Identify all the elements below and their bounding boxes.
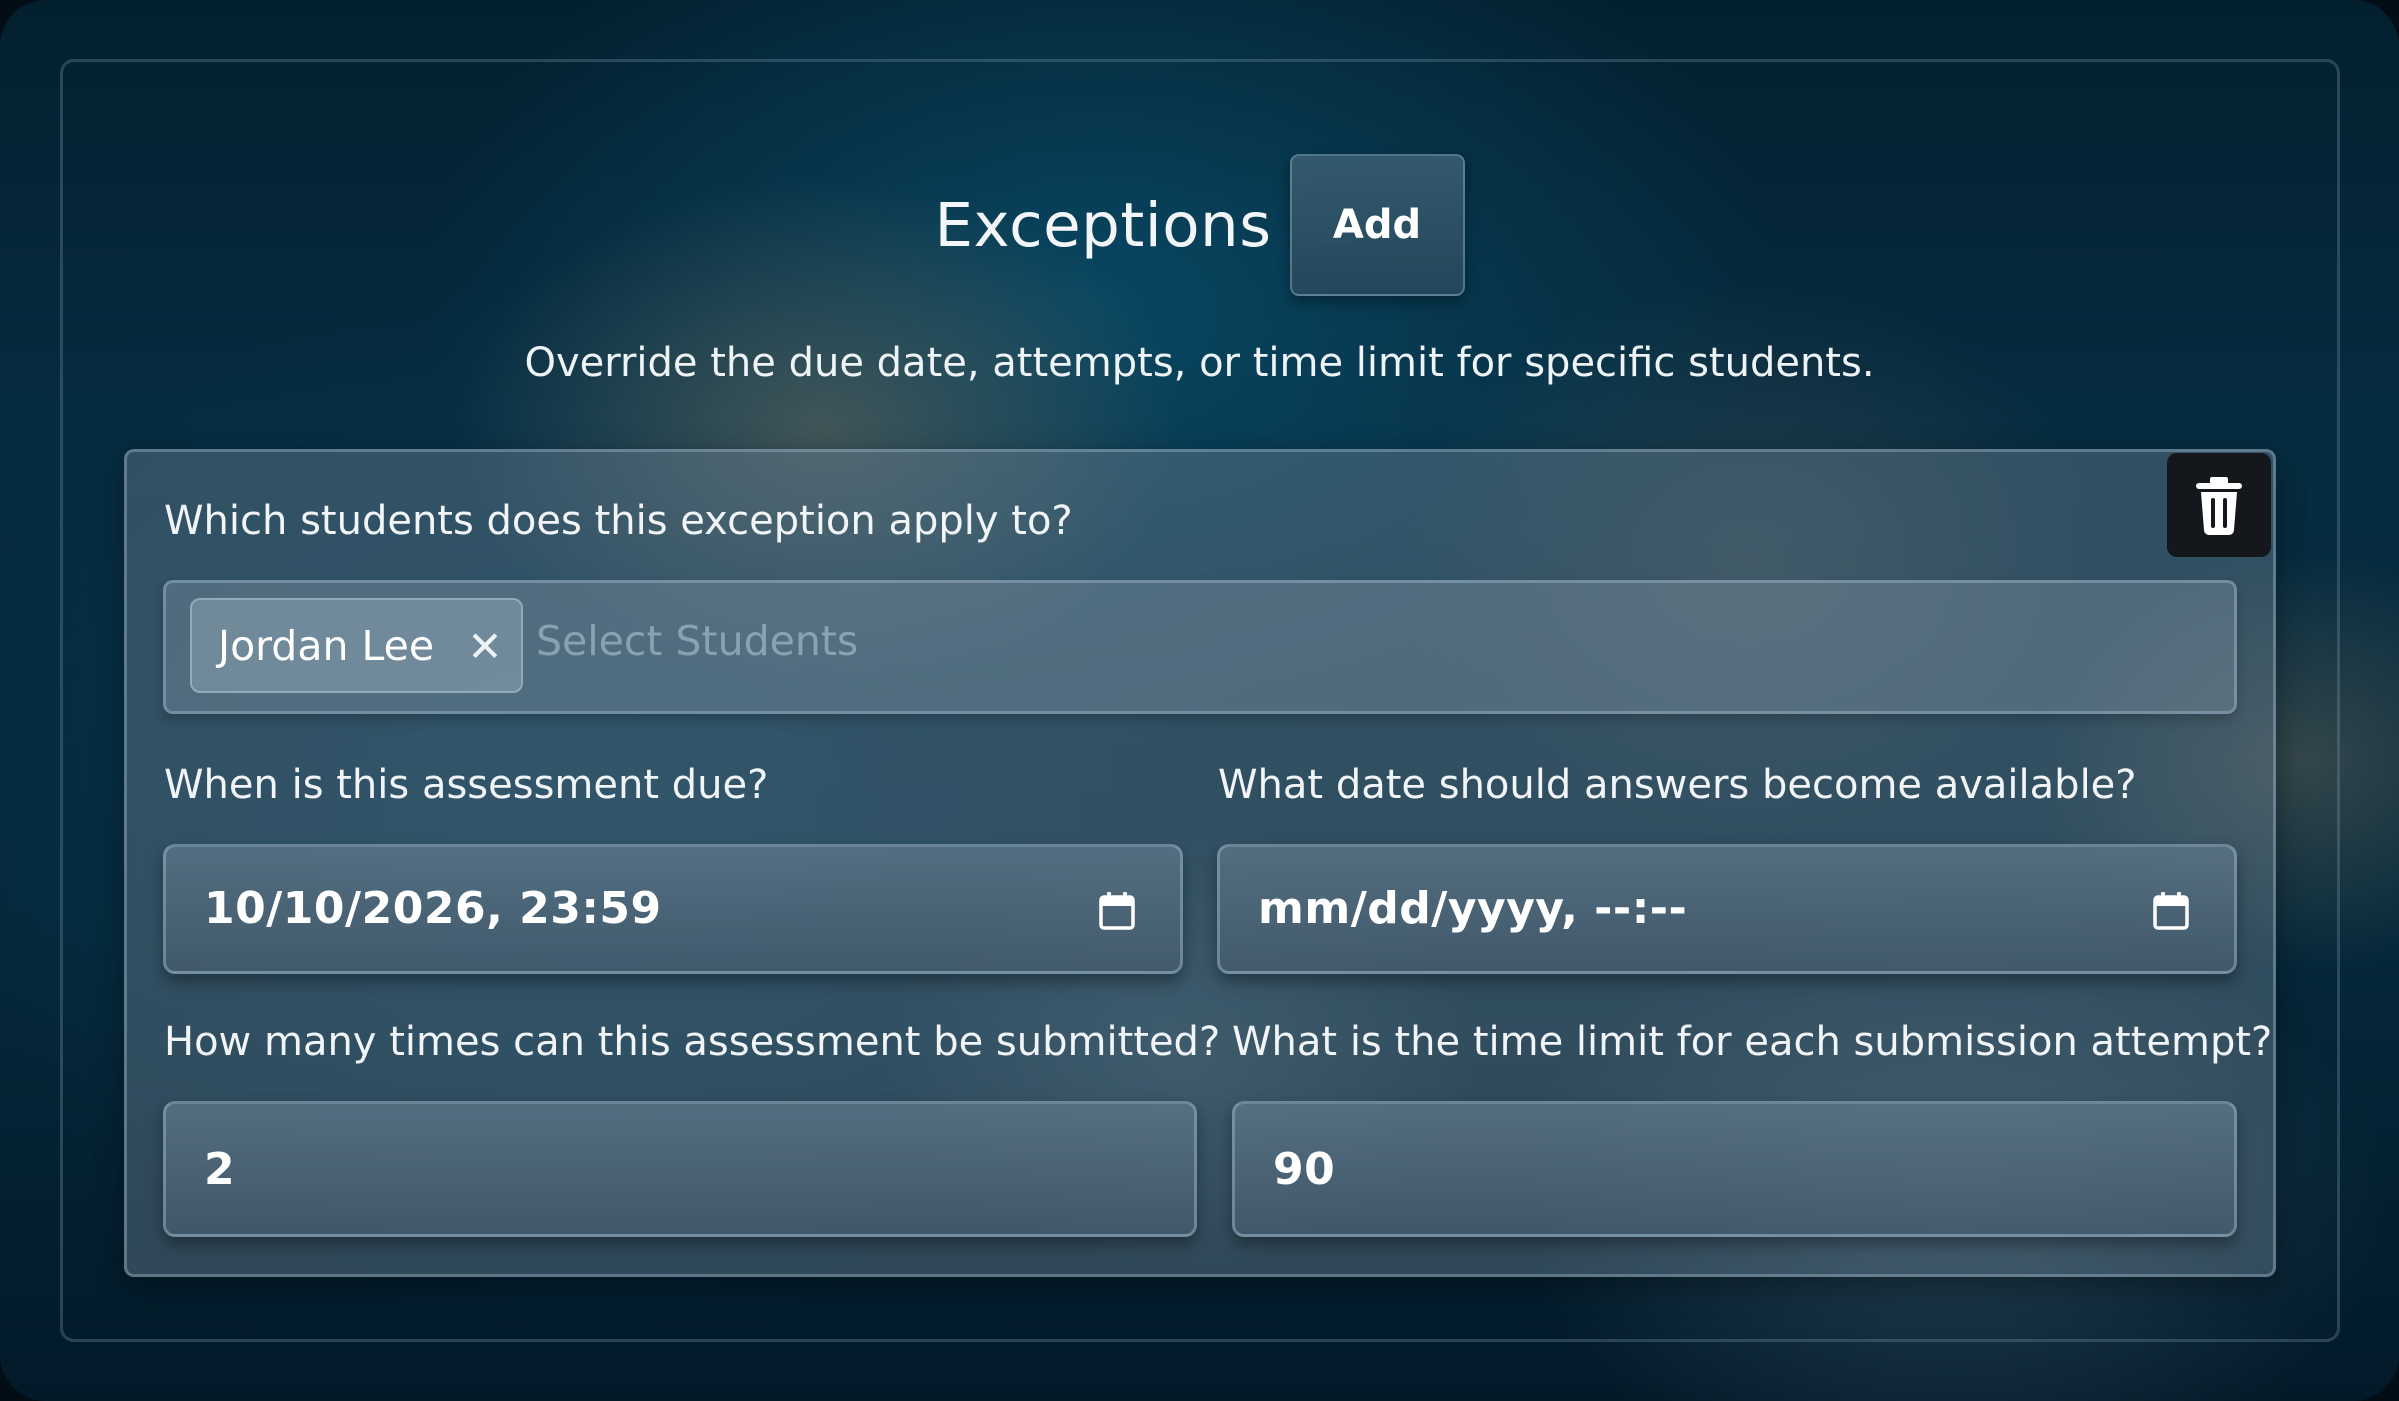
students-label: Which students does this exception apply… bbox=[164, 498, 1073, 544]
trash-icon bbox=[2196, 477, 2242, 535]
time-limit-label: What is the time limit for each submissi… bbox=[1232, 1019, 2273, 1065]
time-limit-input[interactable]: 90 bbox=[1232, 1101, 2237, 1237]
exceptions-header: Exceptions Add bbox=[0, 154, 2399, 296]
answers-date-label: What date should answers become availabl… bbox=[1218, 762, 2137, 808]
calendar-icon[interactable] bbox=[2152, 891, 2190, 931]
student-chip-label: Jordan Lee bbox=[218, 621, 435, 670]
students-select-placeholder: Select Students bbox=[536, 617, 859, 665]
page-subtitle: Override the due date, attempts, or time… bbox=[524, 340, 1875, 386]
time-limit-value: 90 bbox=[1273, 1144, 1336, 1195]
delete-exception-button[interactable] bbox=[2167, 453, 2271, 557]
students-select[interactable]: Jordan Lee ✕ Select Students bbox=[163, 580, 2237, 714]
app-window: Exceptions Add Override the due date, at… bbox=[0, 0, 2399, 1401]
student-chip: Jordan Lee ✕ bbox=[190, 598, 523, 693]
answers-date-input[interactable]: mm/dd/yyyy, --:-- bbox=[1217, 844, 2237, 974]
due-date-input[interactable]: 10/10/2026, 23:59 bbox=[163, 844, 1183, 974]
page-title: Exceptions bbox=[934, 189, 1272, 261]
answers-date-value: mm/dd/yyyy, --:-- bbox=[1258, 883, 1688, 934]
submissions-label: How many times can this assessment be su… bbox=[164, 1019, 1221, 1065]
due-date-value: 10/10/2026, 23:59 bbox=[204, 883, 662, 934]
close-icon[interactable]: ✕ bbox=[465, 618, 505, 674]
due-date-label: When is this assessment due? bbox=[164, 762, 769, 808]
submissions-value: 2 bbox=[204, 1144, 236, 1195]
calendar-icon[interactable] bbox=[1098, 891, 1136, 931]
add-exception-button[interactable]: Add bbox=[1289, 154, 1465, 296]
submissions-input[interactable]: 2 bbox=[163, 1101, 1197, 1237]
